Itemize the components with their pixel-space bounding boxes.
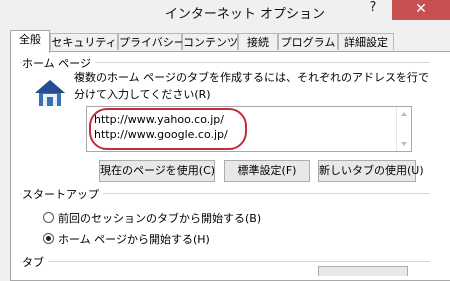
radio-selected-dot: [46, 236, 51, 241]
tab-strip: 全般 セキュリティ プライバシー コンテンツ 接続 プログラム 詳細設定: [10, 30, 450, 53]
highlight-ellipse: [89, 108, 247, 150]
radio-last-session[interactable]: [43, 212, 54, 223]
radio-home-page[interactable]: [43, 233, 54, 244]
tab-privacy[interactable]: プライバシー: [118, 33, 185, 50]
tabs-group-label: タブ: [22, 254, 48, 270]
tabs-settings-button[interactable]: [318, 266, 408, 276]
tab-programs[interactable]: プログラム: [278, 33, 338, 50]
title-bar: インターネット オプション ? ✕: [0, 0, 450, 25]
tab-advanced[interactable]: 詳細設定: [338, 33, 394, 50]
tabs-group-divider: [20, 261, 430, 262]
home-page-description: 複数のホーム ページのタブを作成するには、それぞれのアドレスを行で分けて入力して…: [74, 71, 429, 101]
radio-last-session-label[interactable]: 前回のセッションのタブから開始する(B): [58, 210, 261, 226]
scrollbar-arrows-icon: [401, 112, 407, 146]
use-new-tab-button[interactable]: 新しいタブの使用(U): [318, 160, 424, 182]
tab-general[interactable]: 全般: [10, 30, 50, 53]
startup-group-label: スタートアップ: [22, 186, 103, 202]
textarea-scrollbar[interactable]: [396, 107, 411, 151]
close-button[interactable]: ✕: [392, 0, 450, 20]
tab-content[interactable]: コンテンツ: [182, 33, 238, 50]
radio-home-page-label[interactable]: ホーム ページから開始する(H): [58, 231, 210, 247]
use-default-button[interactable]: 標準設定(F): [224, 160, 310, 182]
tab-connections[interactable]: 接続: [238, 33, 278, 50]
window-title: インターネット オプション: [164, 7, 326, 22]
house-icon: [35, 80, 65, 106]
help-button[interactable]: ?: [361, 0, 385, 19]
tab-security[interactable]: セキュリティ: [50, 33, 118, 50]
use-current-button[interactable]: 現在のページを使用(C): [99, 160, 215, 182]
